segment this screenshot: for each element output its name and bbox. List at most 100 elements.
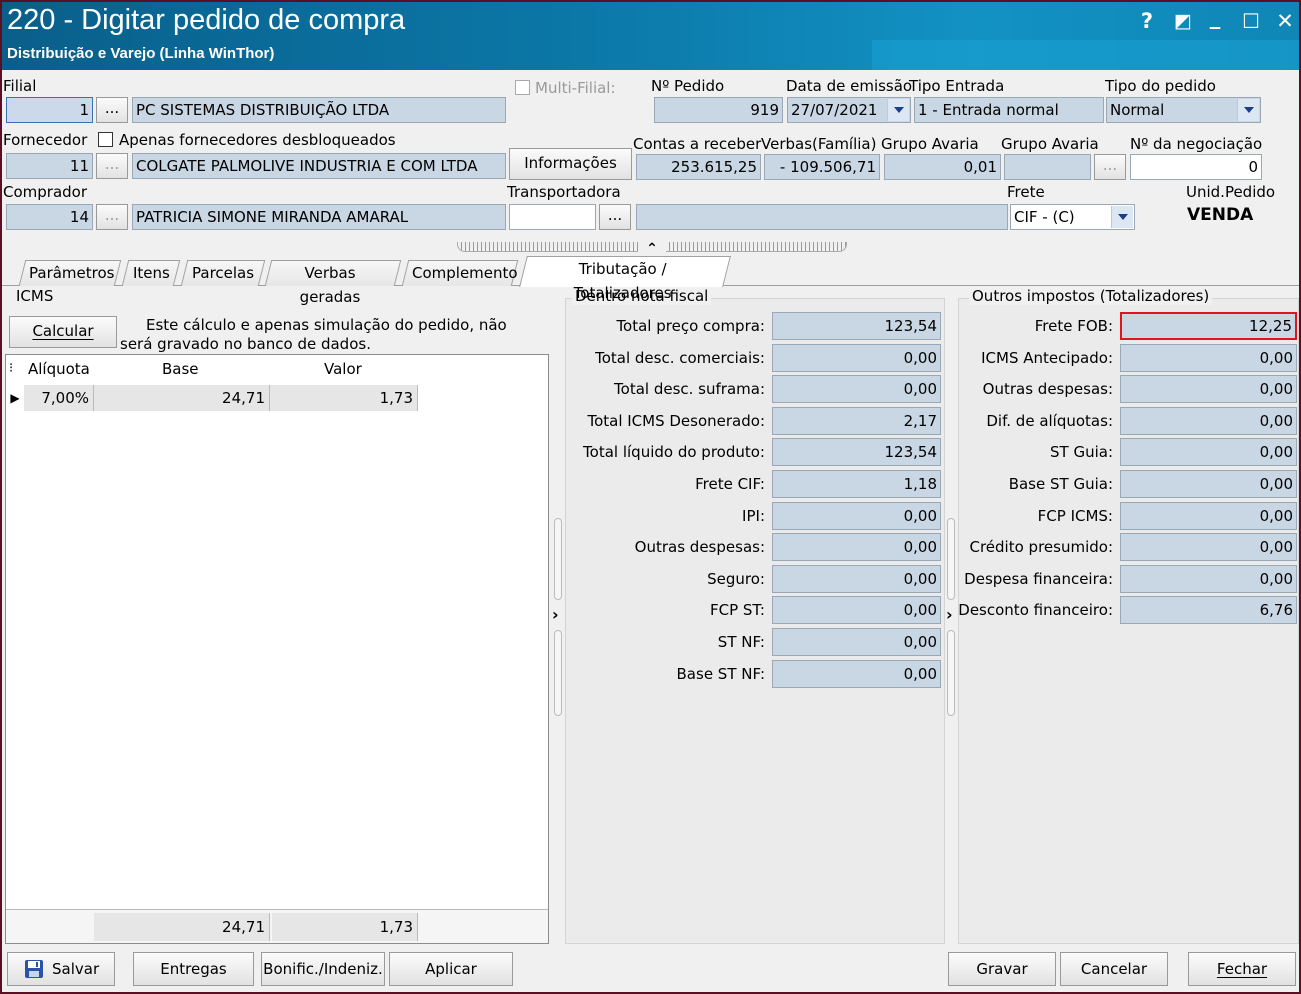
comprador-label: Comprador <box>3 183 88 201</box>
close-icon[interactable]: ✕ <box>1271 8 1299 34</box>
dentro-nota-item-value: 123,54 <box>772 312 941 340</box>
fornecedor-search-button[interactable]: ... <box>96 153 128 179</box>
tipo-pedido-select[interactable]: Normal <box>1106 97 1261 123</box>
salvar-button[interactable]: Salvar <box>7 952 115 986</box>
fechar-button[interactable]: Fechar <box>1188 952 1296 986</box>
comprador-code-field: 14 <box>6 204 93 230</box>
grupo-avaria-search-button[interactable]: ... <box>1094 154 1126 180</box>
chevron-down-icon[interactable] <box>1237 99 1259 121</box>
transportadora-name-field <box>636 204 1008 230</box>
dentro-nota-item-label: Seguro: <box>707 569 765 588</box>
cell-base[interactable]: 24,71 <box>94 385 270 411</box>
outros-impostos-item-label: Desconto financeiro: <box>958 601 1113 620</box>
tipo-pedido-label: Tipo do pedido <box>1105 77 1216 95</box>
help-icon[interactable]: ? <box>1133 8 1161 34</box>
grid-header-icon[interactable]: ⁝ <box>9 355 13 383</box>
entregas-button[interactable]: Entregas <box>133 952 254 986</box>
cell-aliquota[interactable]: 7,00% <box>24 385 94 411</box>
aplicar-button[interactable]: Aplicar <box>389 952 513 986</box>
cancelar-button[interactable]: Cancelar <box>1060 952 1168 986</box>
tab-parametros[interactable]: Parâmetros <box>18 260 122 286</box>
frete-select[interactable]: CIF - (C) <box>1010 204 1135 230</box>
dentro-nota-item-label: Outras despesas: <box>634 538 765 557</box>
outros-impostos-item-label: Outras despesas: <box>982 380 1113 399</box>
title-bar-stripe <box>872 40 1299 70</box>
calcular-button[interactable]: Calcular <box>9 316 117 348</box>
dentro-nota-item-label: Frete CIF: <box>695 475 765 493</box>
maximize-icon[interactable]: ☐ <box>1237 8 1265 34</box>
splitter-arrow-icon-2[interactable]: › <box>946 606 953 624</box>
outros-impostos-item-label: Crédito presumido: <box>969 538 1114 557</box>
grupo-avaria-field-1: 0,01 <box>884 154 1001 180</box>
splitter-handle-top[interactable] <box>554 518 562 600</box>
data-emissao-label: Data de emissão <box>786 77 913 95</box>
outros-impostos-item-value: 0,00 <box>1120 501 1297 530</box>
fornecedor-code-field: 11 <box>6 153 93 179</box>
outros-impostos-item-label: Despesa financeira: <box>964 569 1113 588</box>
unid-pedido-value: VENDA <box>1187 205 1254 225</box>
minimize-icon[interactable]: _ <box>1201 4 1229 30</box>
dentro-nota-item-value: 0,00 <box>772 343 941 372</box>
outros-impostos-item-value: 0,00 <box>1120 375 1297 404</box>
tab-bar: Parâmetros Itens Parcelas Verbas geradas… <box>2 256 1299 306</box>
dentro-nota-item-label: ST NF: <box>717 633 765 651</box>
apenas-desbloqueados-checkbox[interactable] <box>98 132 113 147</box>
data-emissao-value: 27/07/2021 <box>791 101 878 119</box>
dentro-nota-item-value: 0,00 <box>772 375 941 404</box>
informacoes-button[interactable]: Informações <box>509 148 632 180</box>
tab-complemento[interactable]: Complemento <box>401 260 519 286</box>
splitter-handle-bottom[interactable] <box>554 630 562 716</box>
gravar-button[interactable]: Gravar <box>948 952 1056 986</box>
tipo-entrada-label: Tipo Entrada <box>909 77 1005 95</box>
multi-filial-checkbox[interactable] <box>515 80 530 95</box>
chevron-down-icon[interactable] <box>887 99 909 121</box>
collapse-up-icon[interactable]: ⌃ <box>638 240 666 257</box>
pedido-field: 919 <box>654 97 783 123</box>
restore-icon[interactable]: ◩ <box>1169 8 1197 34</box>
row-indicator-icon: ▶ <box>10 391 20 405</box>
dentro-nota-item-label: Total ICMS Desonerado: <box>587 411 765 430</box>
grid-col-aliquota[interactable]: Alíquota <box>28 355 90 383</box>
dentro-nota-item-value: 1,18 <box>772 470 941 498</box>
title-bar: 220 - Digitar pedido de compra Distribui… <box>2 2 1299 70</box>
dentro-nota-item-label: Total líquido do produto: <box>583 443 765 462</box>
filial-label: Filial <box>3 77 37 95</box>
splitter-arrow-icon[interactable]: › <box>552 606 559 624</box>
filial-code-input[interactable]: 1 <box>6 97 93 123</box>
icms-grid[interactable]: ⁝ Alíquota Base Valor ▶ 7,00% 24,71 1,73… <box>5 354 549 944</box>
splitter-handle-bottom-2[interactable] <box>947 630 955 716</box>
negociacao-input[interactable]: 0 <box>1130 154 1262 180</box>
dentro-nota-item-value: 0,00 <box>772 564 941 593</box>
outros-impostos-item-label: Dif. de alíquotas: <box>986 411 1113 430</box>
fornecedor-name-field: COLGATE PALMOLIVE INDUSTRIA E COM LTDA <box>132 153 506 179</box>
apenas-desbloqueados-label: Apenas fornecedores desbloqueados <box>119 131 396 149</box>
outros-impostos-item-value: 0,00 <box>1120 438 1297 467</box>
verbas-label: Verbas(Família) <box>761 135 877 153</box>
data-emissao-picker[interactable]: 27/07/2021 <box>787 97 911 123</box>
tab-verbas-geradas[interactable]: Verbas geradas <box>264 260 402 306</box>
icms-group-label: ICMS <box>16 287 54 305</box>
fechar-label: Fechar <box>1216 960 1268 978</box>
chevron-down-icon[interactable] <box>1111 206 1133 228</box>
splitter-handle-top-2[interactable] <box>947 518 955 600</box>
outros-impostos-item-value: 0,00 <box>1120 564 1297 593</box>
grid-col-base[interactable]: Base <box>162 355 199 383</box>
transportadora-code-input[interactable] <box>509 204 596 230</box>
grid-col-valor[interactable]: Valor <box>324 355 362 383</box>
transportadora-search-button[interactable]: ... <box>599 204 631 230</box>
tab-tributacao-totalizadores[interactable]: Tributação / Totalizadores <box>519 256 731 302</box>
comprador-name-field: PATRICIA SIMONE MIRANDA AMARAL <box>132 204 506 230</box>
outros-impostos-item-label: Frete FOB: <box>1034 317 1113 335</box>
tipo-entrada-field: 1 - Entrada normal <box>914 97 1104 123</box>
outros-impostos-item-label: ICMS Antecipado: <box>981 348 1113 367</box>
comprador-search-button[interactable]: ... <box>96 204 128 230</box>
verbas-field: - 109.506,71 <box>764 154 880 180</box>
multi-filial-label: Multi-Filial: <box>535 79 616 97</box>
window-title: 220 - Digitar pedido de compra <box>7 4 406 36</box>
tab-itens[interactable]: Itens <box>121 260 181 286</box>
dentro-nota-item-value: 0,00 <box>772 659 941 688</box>
tab-parcelas[interactable]: Parcelas <box>180 260 266 286</box>
bonific-indeniz-button[interactable]: Bonific./Indeniz. <box>261 952 385 986</box>
cell-valor[interactable]: 1,73 <box>270 385 418 411</box>
filial-search-button[interactable]: ... <box>96 97 128 123</box>
